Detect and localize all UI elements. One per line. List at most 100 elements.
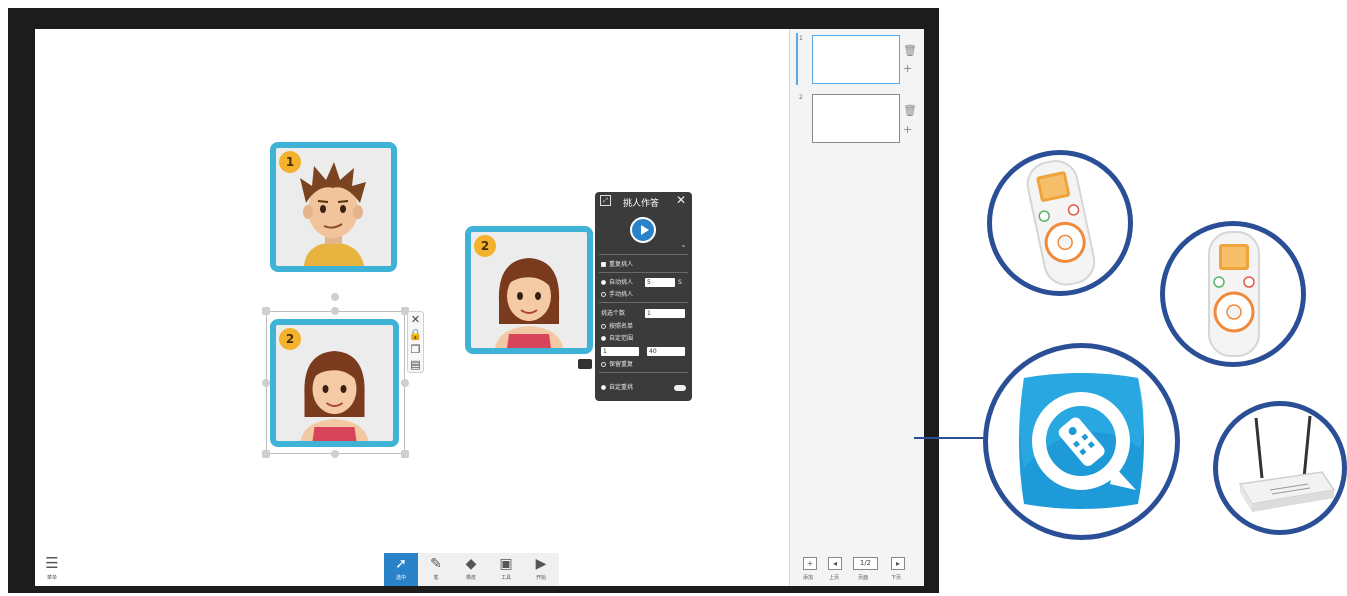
range-radio[interactable] (601, 336, 606, 341)
keep-duplicate-option[interactable]: 保留重复 (601, 360, 633, 369)
custom-repick-radio[interactable] (601, 385, 606, 390)
resize-handle-bottom[interactable] (331, 450, 339, 458)
page-list-label: 页面 (858, 575, 869, 581)
close-icon[interactable]: ✕ (676, 193, 686, 207)
dialog-divider (599, 254, 688, 255)
lock-object-button[interactable]: 🔒 (408, 327, 423, 342)
add-page-button[interactable]: + (803, 557, 817, 570)
custom-repick-option[interactable]: 自定重挑 (601, 383, 633, 392)
student-card-girl[interactable]: 2 (270, 319, 399, 447)
tools-button[interactable]: ▣ 工具 (489, 553, 523, 586)
rotate-handle[interactable] (331, 293, 339, 301)
start-label: 开始 (535, 575, 546, 581)
start-pick-button[interactable] (630, 217, 656, 243)
add-page-icon[interactable]: + (903, 63, 912, 75)
page-thumbnail-1[interactable] (812, 35, 900, 84)
dialog-title: 挑人作答 (623, 199, 660, 209)
repeat-label: 重复挑人 (609, 261, 634, 268)
manual-pick-radio[interactable] (601, 292, 606, 297)
student-card-boy[interactable]: 1 (270, 142, 397, 272)
remote-clicker-circle-2 (1160, 221, 1306, 367)
dialog-divider (599, 302, 688, 303)
range-option[interactable]: 自定范围 (601, 334, 633, 343)
connector-line (914, 437, 984, 439)
menu-button[interactable]: ☰ 菜单 (39, 553, 65, 583)
layer-object-button[interactable]: ▤ (408, 357, 423, 372)
resize-handle-top[interactable] (331, 307, 339, 315)
hamburger-icon: ☰ (45, 554, 59, 572)
add-page-label: 添加 (803, 575, 814, 581)
select-tool-button[interactable]: ➚ 选中 (384, 553, 418, 586)
whiteboard-canvas[interactable]: 1 2 2 ✕ 🔒 ❐ ▤ ⤢ 挑人作答 ✕ ⌄ 重复挑人 自动挑人 5 S 手… (35, 29, 789, 586)
remote-clicker-icon (1026, 160, 1096, 286)
custom-repick-label: 自定重挑 (609, 384, 634, 391)
resize-handle-right[interactable] (401, 379, 409, 387)
auto-pick-label: 自动挑人 (609, 279, 634, 286)
manual-pick-label: 手动挑人 (609, 291, 634, 298)
page-thumbnail-panel: 1 🗑 + 2 🗑 + + 添加 ◂ 上页 1/2 页面 ▸ 下页 (789, 29, 924, 586)
camera-icon[interactable] (578, 359, 592, 369)
resize-handle-bl[interactable] (262, 450, 270, 458)
resize-handle-br[interactable] (401, 450, 409, 458)
whiteboard-screen: 1 2 2 ✕ 🔒 ❐ ▤ ⤢ 挑人作答 ✕ ⌄ 重复挑人 自动挑人 5 S 手… (35, 29, 924, 586)
page-navigator: + 添加 ◂ 上页 1/2 页面 ▸ 下页 (790, 553, 924, 586)
page-thumbnail-2[interactable] (812, 94, 900, 143)
wireless-receiver-circle (1213, 401, 1347, 535)
add-page-icon[interactable]: + (903, 124, 912, 136)
auto-pick-radio[interactable] (601, 280, 606, 285)
object-toolbar: ✕ 🔒 ❐ ▤ (407, 311, 424, 373)
card-number-badge: 2 (279, 328, 301, 350)
next-page-label: 下页 (891, 575, 902, 581)
keep-duplicate-radio[interactable] (601, 362, 606, 367)
resize-handle-tl[interactable] (262, 307, 270, 315)
auto-seconds-select[interactable]: 5 (645, 278, 675, 287)
pick-student-dialog: ⤢ 挑人作答 ✕ ⌄ 重复挑人 自动挑人 5 S 手动挑人 挑选个数 1 按照名… (595, 192, 692, 401)
resize-handle-left[interactable] (262, 379, 270, 387)
expand-icon[interactable]: ⤢ (600, 195, 611, 206)
dialog-header: ⤢ 挑人作答 ✕ (595, 192, 692, 209)
auto-pick-option[interactable]: 自动挑人 (601, 278, 633, 287)
page-number: 1 (799, 35, 803, 42)
custom-repick-toggle[interactable] (674, 385, 686, 391)
toolbox-icon: ▣ (499, 556, 513, 572)
cursor-icon: ➚ (395, 556, 407, 572)
next-page-button[interactable]: ▸ (891, 557, 905, 570)
close-object-button[interactable]: ✕ (408, 312, 423, 327)
manual-pick-option[interactable]: 手动挑人 (601, 290, 633, 299)
remote-clicker-circle-1 (987, 150, 1133, 296)
seconds-unit: S (678, 279, 682, 286)
copy-object-button[interactable]: ❐ (408, 342, 423, 357)
select-count-select[interactable]: 1 (645, 309, 685, 318)
repeat-option[interactable]: 重复挑人 (601, 260, 633, 269)
remote-clicker-icon (1208, 231, 1260, 357)
repeat-checkbox[interactable] (601, 262, 606, 267)
pen-icon: ✎ (430, 556, 442, 572)
bottom-toolbar: ➚ 选中 ✎ 笔 ◆ 橡皮 ▣ 工具 ▶ 开始 (384, 553, 559, 586)
app-icon-circle (983, 343, 1180, 540)
student-card-girl-selected[interactable]: 2 (465, 226, 593, 354)
range-label: 自定范围 (609, 335, 634, 342)
selected-page-indicator (796, 33, 798, 85)
dialog-divider (599, 372, 688, 373)
start-button[interactable]: ▶ 开始 (524, 553, 558, 586)
trash-icon[interactable]: 🗑 (903, 45, 917, 57)
card-number-badge: 1 (279, 151, 301, 173)
select-count-label: 挑选个数 (601, 310, 626, 317)
display-bezel: 1 2 2 ✕ 🔒 ❐ ▤ ⤢ 挑人作答 ✕ ⌄ 重复挑人 自动挑人 5 S 手… (8, 8, 939, 593)
range-to-input[interactable]: 40 (647, 347, 685, 356)
roster-option[interactable]: 按照名单 (601, 322, 633, 331)
eraser-tool-button[interactable]: ◆ 橡皮 (454, 553, 488, 586)
page-indicator[interactable]: 1/2 (853, 557, 878, 570)
keep-duplicate-label: 保留重复 (609, 361, 634, 368)
range-from-input[interactable]: 1 (601, 347, 639, 356)
page-number: 2 (799, 94, 803, 101)
prev-page-button[interactable]: ◂ (828, 557, 842, 570)
pen-tool-button[interactable]: ✎ 笔 (419, 553, 453, 586)
roster-label: 按照名单 (609, 323, 634, 330)
dialog-divider (599, 272, 688, 273)
tools-label: 工具 (500, 575, 511, 581)
trash-icon[interactable]: 🗑 (903, 105, 917, 117)
pen-tool-label: 笔 (433, 575, 439, 581)
chevron-down-icon[interactable]: ⌄ (680, 240, 687, 249)
roster-radio[interactable] (601, 324, 606, 329)
